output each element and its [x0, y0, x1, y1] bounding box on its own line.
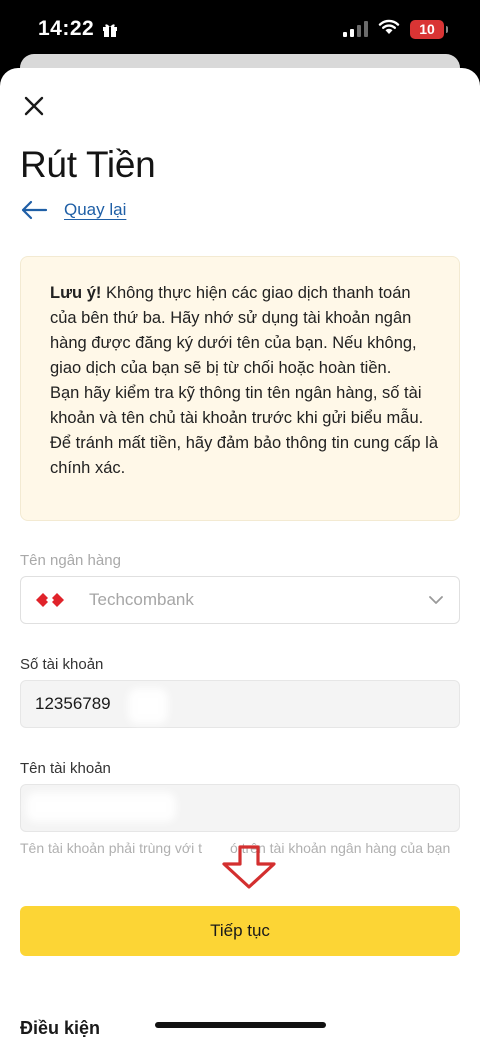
account-number-value: 12356789 [35, 694, 111, 713]
techcombank-logo [36, 593, 64, 607]
back-link[interactable]: Quay lại [20, 200, 126, 220]
redaction-blur [128, 688, 168, 724]
bank-select[interactable]: Techcombank [20, 576, 460, 624]
account-number-field[interactable]: 12356789 [20, 680, 460, 728]
status-time: 14:22 [38, 17, 95, 40]
continue-button[interactable]: Tiếp tục [20, 906, 460, 956]
red-down-arrow-icon [222, 845, 276, 889]
bank-select-value: Techcombank [89, 590, 194, 609]
notice-text-2: Bạn hãy kiểm tra kỹ thông tin tên ngân h… [50, 384, 438, 477]
notice-paragraph-1: Lưu ý! Không thực hiện các giao dịch tha… [50, 281, 441, 381]
account-number-label: Số tài khoản [20, 656, 104, 673]
battery-level: 10 [419, 21, 435, 37]
redaction-blur [26, 792, 176, 822]
battery-icon: 10 [410, 19, 448, 39]
home-indicator[interactable] [155, 1022, 326, 1028]
hint-text-1: Tên tài khoản phải trùng với t [20, 840, 202, 856]
terms-heading: Điều kiện [20, 1018, 101, 1038]
notice-text-1: Không thực hiện các giao dịch thanh toán… [50, 284, 417, 377]
notice-bold-label: Lưu ý! [50, 284, 102, 302]
cellular-signal-icon [343, 21, 368, 37]
status-icons: 10 [343, 19, 448, 40]
account-name-label: Tên tài khoản [20, 760, 111, 777]
warning-notice: Lưu ý! Không thực hiện các giao dịch tha… [20, 256, 460, 521]
gift-icon [102, 22, 118, 38]
close-button[interactable] [20, 92, 48, 120]
wifi-icon [378, 19, 400, 40]
arrow-left-icon [21, 200, 48, 220]
page-title: Rút Tiền [20, 144, 156, 185]
close-icon [24, 96, 44, 116]
back-link-label[interactable]: Quay lại [64, 200, 126, 220]
withdraw-sheet: Rút Tiền Quay lại Lưu ý! Không thực hiện… [0, 68, 480, 1039]
bank-name-label: Tên ngân hàng [20, 552, 121, 569]
chevron-down-icon [429, 595, 443, 604]
